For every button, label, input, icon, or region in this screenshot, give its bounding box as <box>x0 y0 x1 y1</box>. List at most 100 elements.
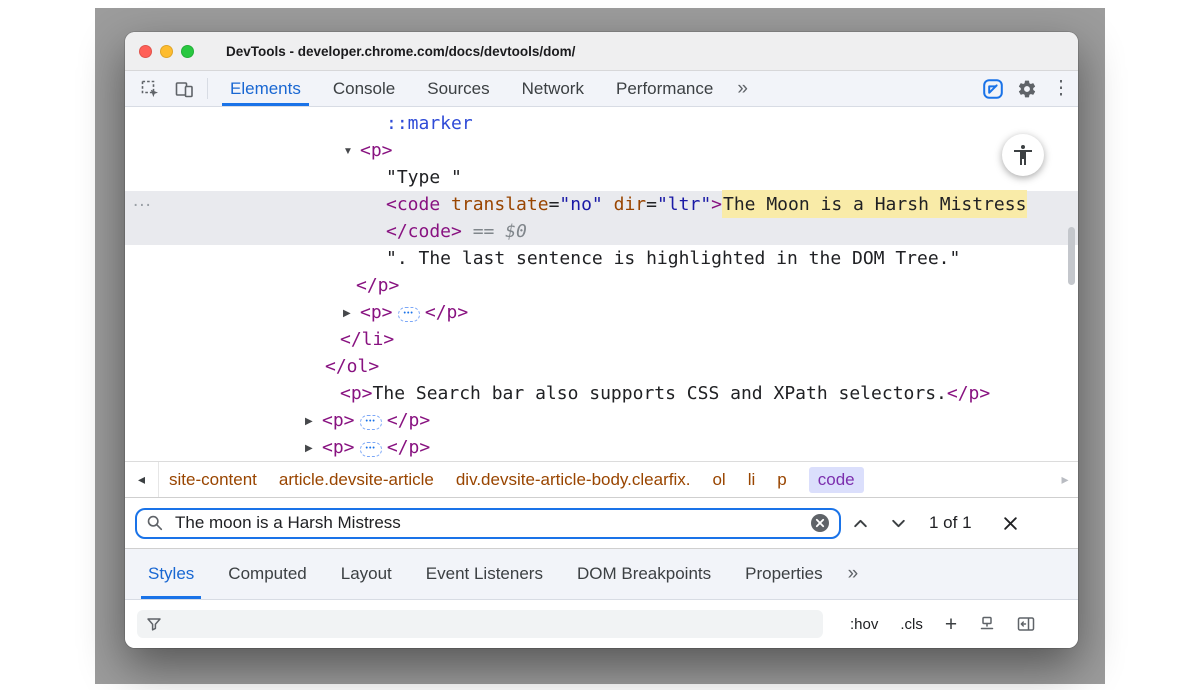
accessibility-person-glyph <box>1011 143 1035 167</box>
toolbar-divider <box>207 78 208 99</box>
gear-glyph <box>1017 79 1037 99</box>
tab-event-listeners[interactable]: Event Listeners <box>409 549 560 599</box>
dom-token: <p> <box>322 437 355 458</box>
tab-styles[interactable]: Styles <box>131 549 211 599</box>
dom-token: translate <box>440 194 548 215</box>
accessibility-icon[interactable] <box>1002 134 1044 176</box>
breadcrumb-item-p[interactable]: p <box>777 470 786 490</box>
search-input[interactable] <box>173 512 801 534</box>
breadcrumb-item-ol[interactable]: ol <box>712 470 725 490</box>
tab-properties[interactable]: Properties <box>728 549 839 599</box>
toggle-sidebar-icon[interactable] <box>1008 614 1044 634</box>
dom-token: The Search bar also supports CSS and XPa… <box>373 383 947 404</box>
dom-tree-node[interactable]: </ol> <box>125 353 1078 380</box>
dom-tree-node[interactable]: ::marker <box>125 110 1078 137</box>
tab-performance[interactable]: Performance <box>600 71 729 106</box>
panel-toggle-glyph <box>1016 614 1036 634</box>
breadcrumb-item-li[interactable]: li <box>748 470 756 490</box>
expand-arrow-icon[interactable]: ▶ <box>343 300 360 327</box>
search-previous-icon[interactable] <box>841 506 879 540</box>
tab-computed[interactable]: Computed <box>211 549 323 599</box>
close-search-icon[interactable] <box>994 506 1028 540</box>
devtools-toolbar: ElementsConsoleSourcesNetworkPerformance… <box>125 71 1078 107</box>
crumb-scroll-left-icon[interactable]: ◂ <box>125 462 159 497</box>
dom-token: </ol> <box>325 356 379 377</box>
dom-token: </p> <box>947 383 990 404</box>
dom-tree-node[interactable]: ". The last sentence is highlighted in t… <box>125 245 1078 272</box>
tab-layout[interactable]: Layout <box>324 549 409 599</box>
dom-tree-node[interactable]: ▶<p> ••• </p> <box>125 299 1078 326</box>
breadcrumb-item-article-devsite-article[interactable]: article.devsite-article <box>279 470 434 490</box>
search-match-count: 1 of 1 <box>929 513 972 533</box>
dom-tree-node[interactable]: </code> == $0 <box>125 218 1078 245</box>
dom-token: The Moon is a Harsh Mistress <box>722 190 1027 219</box>
dom-tree-node[interactable]: </li> <box>125 326 1078 353</box>
dom-token: </p> <box>387 410 430 431</box>
toggle-classes-button[interactable]: .cls <box>891 616 932 633</box>
search-next-icon[interactable] <box>879 506 917 540</box>
tab-dom-breakpoints[interactable]: DOM Breakpoints <box>560 549 728 599</box>
inspect-cursor-glyph <box>140 79 160 99</box>
close-window-button[interactable] <box>139 45 152 58</box>
breadcrumb-list: site-content article.devsite-article div.d… <box>159 467 1052 493</box>
dom-expand-icon[interactable]: ••• <box>398 307 420 322</box>
dom-token: <p> <box>360 302 393 323</box>
search-icon <box>146 514 164 532</box>
dom-tree-node[interactable]: ...<code translate="no" dir="ltr">The Mo… <box>125 191 1078 218</box>
breadcrumb-item-div-devsite-article-body-clearfix[interactable]: div.devsite-article-body.clearfix. <box>456 470 691 490</box>
tab-console[interactable]: Console <box>317 71 411 106</box>
inspect-element-icon[interactable] <box>133 71 167 106</box>
collapse-arrow-icon[interactable]: ▼ <box>343 138 360 165</box>
more-tabs-icon[interactable]: » <box>729 71 756 106</box>
expand-arrow-icon[interactable]: ▶ <box>305 435 322 461</box>
font-editor-icon[interactable] <box>970 615 1004 633</box>
dom-token: "Type " <box>386 167 462 188</box>
zoom-window-button[interactable] <box>181 45 194 58</box>
dom-token: "no" <box>559 194 602 215</box>
more-panel-tabs-icon[interactable]: » <box>840 549 867 599</box>
tab-sources[interactable]: Sources <box>411 71 505 106</box>
dom-tree-node[interactable]: ▶<p>•••</p> <box>125 434 1078 461</box>
tree-scrollbar-thumb[interactable] <box>1068 227 1075 285</box>
dom-tree-node[interactable]: "Type " <box>125 164 1078 191</box>
dom-token: == <box>462 221 505 242</box>
dom-tree-panel: ::marker▼<p>"Type "...<code translate="n… <box>125 107 1078 461</box>
search-field[interactable] <box>135 508 841 539</box>
dom-expand-icon[interactable]: ••• <box>360 442 382 457</box>
toggle-element-state-button[interactable]: :hov <box>841 616 887 633</box>
crumb-scroll-right-icon: ▸ <box>1052 462 1078 497</box>
breadcrumb-item-site-content[interactable]: site-content <box>169 470 257 490</box>
tab-network[interactable]: Network <box>506 71 600 106</box>
dom-tree-node[interactable]: </p> <box>125 272 1078 299</box>
devtools-tabs: ElementsConsoleSourcesNetworkPerformance <box>214 71 729 106</box>
style-filter-input[interactable] <box>137 610 823 638</box>
gutter-ellipsis-icon: ... <box>133 187 152 214</box>
minimize-window-button[interactable] <box>160 45 173 58</box>
dom-tree-node[interactable]: ▶<p>•••</p> <box>125 407 1078 434</box>
dom-token: dir <box>603 194 646 215</box>
settings-gear-icon[interactable] <box>1010 71 1044 106</box>
breadcrumb-item-code[interactable]: code <box>809 467 864 493</box>
dom-token: </li> <box>340 329 394 350</box>
breadcrumb: ◂ site-content article.devsite-article div… <box>125 461 1078 497</box>
dom-tree-rows: ::marker▼<p>"Type "...<code translate="n… <box>125 110 1078 461</box>
dom-token: $0 <box>505 221 527 242</box>
dom-expand-icon[interactable]: ••• <box>360 415 382 430</box>
dom-token: </p> <box>356 275 399 296</box>
dom-token: </code> <box>386 221 462 242</box>
dock-side-icon[interactable] <box>976 71 1010 106</box>
dom-token: <code <box>386 194 440 215</box>
tab-elements[interactable]: Elements <box>214 71 317 106</box>
expand-arrow-icon[interactable]: ▶ <box>305 408 322 435</box>
dom-token: </p> <box>425 302 468 323</box>
dom-tree-node[interactable]: ▼<p> <box>125 137 1078 164</box>
new-style-rule-icon[interactable]: + <box>936 614 966 635</box>
clear-search-icon[interactable] <box>810 513 830 533</box>
kebab-menu-icon[interactable]: ⋮ <box>1044 71 1078 106</box>
dom-token: "ltr" <box>657 194 711 215</box>
dock-side-glyph <box>982 78 1004 100</box>
device-toolbar-icon[interactable] <box>167 71 201 106</box>
dom-tree-node[interactable]: <p>The Search bar also supports CSS and … <box>125 380 1078 407</box>
stamp-glyph <box>978 615 996 633</box>
window-title: DevTools - developer.chrome.com/docs/dev… <box>226 44 575 59</box>
